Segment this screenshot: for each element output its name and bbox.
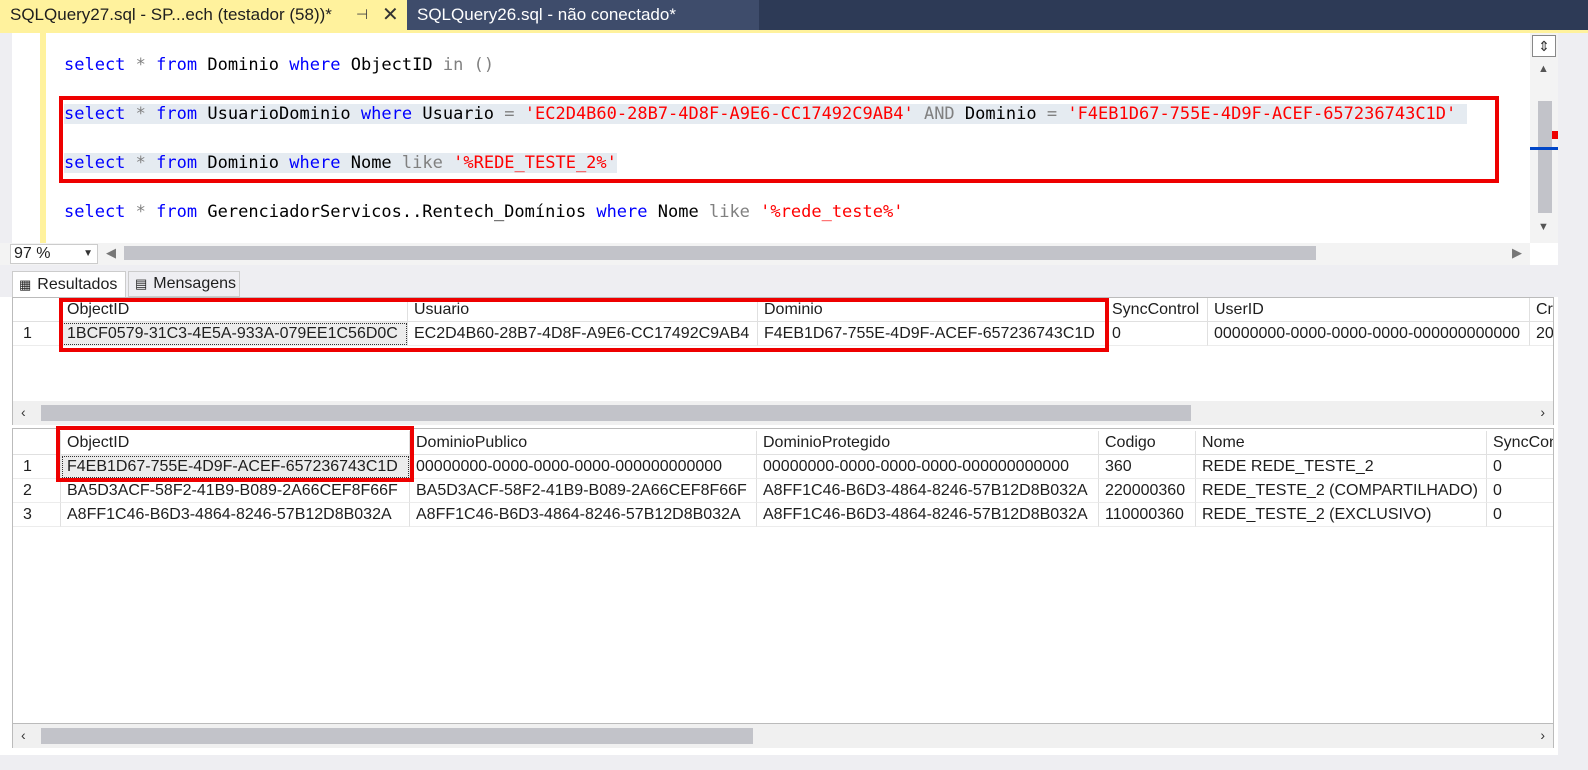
tab-results-label: Resultados [37,275,118,293]
column-header[interactable]: UserID [1208,298,1530,322]
column-header[interactable]: Cre [1530,298,1553,322]
table-cell[interactable]: BA5D3ACF-58F2-41B9-B089-2A66CEF8F66F [410,479,757,503]
scroll-thumb[interactable] [1538,101,1552,213]
scroll-right-icon[interactable]: › [1540,727,1545,743]
caret-marker [1530,147,1558,150]
change-tracking-margin [40,33,46,243]
table-cell[interactable]: A8FF1C46-B6D3-4864-8246-57B12D8B032A [410,503,757,527]
editor-status-bar: 97 % ▼ ◀ ▶ [0,243,1530,265]
code-line-1[interactable]: select * from Dominio where ObjectID in … [64,55,494,75]
table-cell[interactable]: 20 [1530,322,1553,346]
column-header[interactable]: DominioPublico [410,431,757,455]
grid1-horizontal-scrollbar[interactable]: ‹ › [12,401,1554,425]
status-strip [0,755,1588,770]
table-cell[interactable]: 00000000-0000-0000-0000-000000000000 [410,455,757,479]
highlight-box-queries [59,96,1499,183]
table-cell[interactable]: 0 [1487,503,1553,527]
column-header[interactable]: Nome [1196,431,1487,455]
tab-sqlquery27-label: SQLQuery27.sql - SP...ech (testador (58)… [10,5,332,24]
scroll-left-icon[interactable]: ‹ [21,404,26,420]
scroll-down-icon[interactable]: ▼ [1538,221,1549,233]
table-cell[interactable]: REDE_TESTE_2 (COMPARTILHADO) [1196,479,1487,503]
highlight-box-grid2 [56,426,414,482]
table-cell[interactable]: A8FF1C46-B6D3-4864-8246-57B12D8B032A [757,503,1099,527]
row-number[interactable]: 1 [13,455,61,479]
table-cell[interactable]: 0 [1487,455,1553,479]
tab-sqlquery26-label: SQLQuery26.sql - não conectado* [417,5,676,24]
table-cell[interactable]: 00000000-0000-0000-0000-000000000000 [1208,322,1530,346]
table-cell[interactable]: REDE REDE_TESTE_2 [1196,455,1487,479]
row-number[interactable]: 3 [13,503,61,527]
horizontal-scroll-thumb[interactable] [41,405,1191,421]
tab-sqlquery27[interactable]: SQLQuery27.sql - SP...ech (testador (58)… [0,0,407,30]
document-tab-strip: SQLQuery27.sql - SP...ech (testador (58)… [0,0,1588,30]
table-cell[interactable]: 360 [1099,455,1196,479]
scroll-right-icon[interactable]: ▶ [1512,245,1522,261]
results-tabbar: ▦ Resultados ▤ Mensagens [0,265,1588,297]
table-cell[interactable]: 0 [1106,322,1208,346]
table-cell[interactable]: BA5D3ACF-58F2-41B9-B089-2A66CEF8F66F [61,479,410,503]
tab-messages-label: Mensagens [153,275,237,292]
table-cell[interactable]: A8FF1C46-B6D3-4864-8246-57B12D8B032A [61,503,410,527]
window-right-edge [1558,33,1588,770]
tab-results[interactable]: ▦ Resultados [12,271,126,297]
scroll-left-icon[interactable]: ‹ [21,727,26,743]
table-cell[interactable]: 110000360 [1099,503,1196,527]
column-header[interactable]: SyncControl [1106,298,1208,322]
table-cell[interactable]: A8FF1C46-B6D3-4864-8246-57B12D8B032A [757,479,1099,503]
tab-messages[interactable]: ▤ Mensagens [128,271,240,297]
editor-gutter [0,33,12,243]
close-icon[interactable]: ✕ [382,2,399,27]
grid2-horizontal-scrollbar[interactable]: ‹ › [12,724,1554,748]
scroll-up-icon[interactable]: ▲ [1538,63,1549,75]
editor-vertical-scrollbar[interactable]: ⇕ ▲ ▼ [1530,33,1558,243]
row-header-corner [13,298,61,322]
horizontal-scroll-thumb[interactable] [41,728,753,744]
table-cell[interactable]: REDE_TESTE_2 (EXCLUSIVO) [1196,503,1487,527]
row-number[interactable]: 2 [13,479,61,503]
query-editor[interactable]: select * from Dominio where ObjectID in … [0,33,1588,243]
table-cell[interactable]: 220000360 [1099,479,1196,503]
row-header-corner [13,431,61,455]
grid-icon: ▦ [19,276,32,292]
code-line-4[interactable]: select * from GerenciadorServicos..Rente… [64,202,903,222]
row-number[interactable]: 1 [13,322,61,346]
split-editor-icon[interactable]: ⇕ [1532,35,1556,57]
column-header[interactable]: Codigo [1099,431,1196,455]
zoom-dropdown[interactable]: 97 % ▼ [10,244,98,264]
messages-icon: ▤ [135,276,148,291]
scroll-left-icon[interactable]: ◀ [106,245,116,261]
scroll-right-icon[interactable]: › [1540,404,1545,420]
horizontal-scroll-thumb[interactable] [124,246,1316,260]
pin-icon[interactable]: ⊣ [356,6,368,23]
column-header[interactable]: SyncCon [1487,431,1553,455]
table-cell[interactable]: 0 [1487,479,1553,503]
tab-sqlquery26[interactable]: SQLQuery26.sql - não conectado* [407,0,759,30]
column-header[interactable]: DominioProtegido [757,431,1099,455]
highlight-box-grid1 [59,298,1109,352]
chevron-down-icon: ▼ [83,248,93,259]
zoom-value: 97 % [14,245,51,262]
table-cell[interactable]: 00000000-0000-0000-0000-000000000000 [757,455,1099,479]
